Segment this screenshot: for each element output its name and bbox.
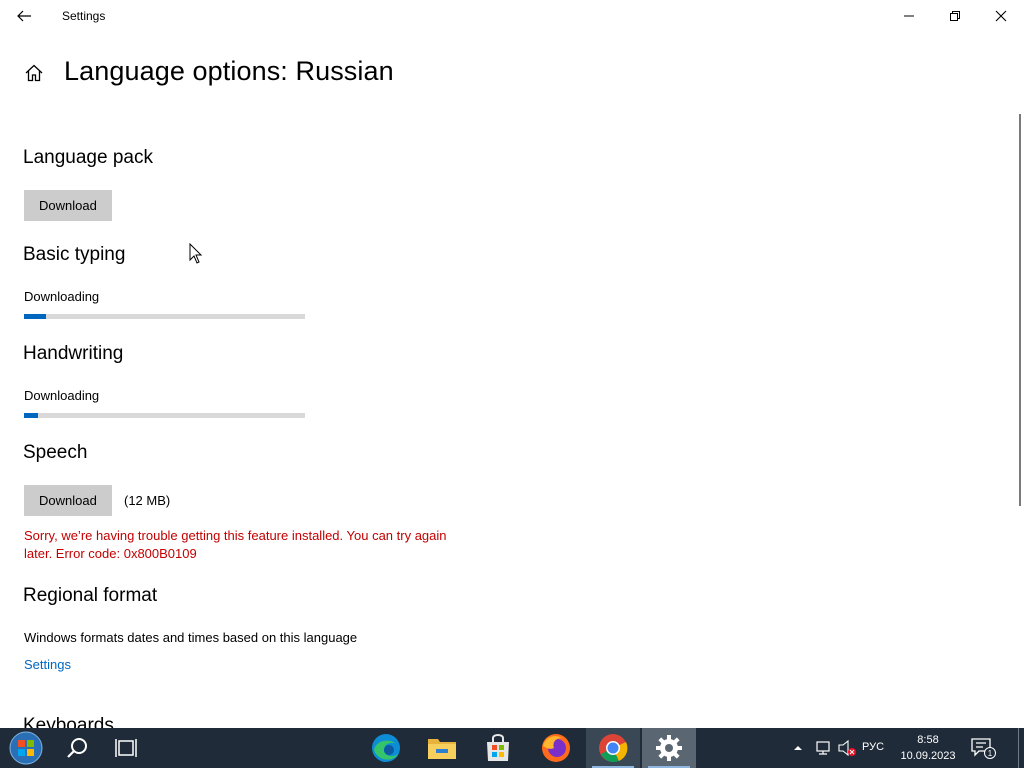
language-pack-download-button[interactable]: Download (24, 190, 112, 221)
settings-icon (656, 735, 682, 761)
regional-settings-link[interactable]: Settings (24, 657, 71, 672)
taskbar-store[interactable] (476, 728, 520, 768)
regional-format-heading: Regional format (23, 585, 158, 606)
tray-network[interactable] (812, 728, 834, 768)
task-view-icon (115, 739, 137, 757)
handwriting-progress-fill (24, 413, 39, 418)
taskbar-edge[interactable] (364, 728, 408, 768)
chrome-icon (599, 734, 628, 763)
basic-typing-progress-fill (24, 314, 47, 319)
basic-typing-progress-bar (24, 314, 305, 319)
clock-time: 8:58 (917, 734, 939, 746)
edge-icon (372, 734, 400, 762)
close-button[interactable] (978, 0, 1024, 32)
start-icon (9, 731, 43, 765)
back-arrow-icon (17, 10, 31, 22)
app-title: Settings (62, 9, 106, 23)
back-button[interactable] (0, 0, 48, 32)
taskbar-file-explorer[interactable] (420, 728, 464, 768)
scroll-thumb[interactable] (1019, 114, 1021, 506)
taskbar: РУС 8:58 10.09.2023 1 (0, 728, 1024, 768)
handwriting-progress-bar (24, 413, 305, 418)
store-icon (487, 734, 509, 761)
handwriting-heading: Handwriting (23, 343, 124, 364)
basic-typing-heading: Basic typing (23, 244, 126, 265)
chevron-up-icon (794, 746, 802, 750)
page-title: Language options: Russian (64, 56, 394, 86)
home-icon (25, 64, 43, 82)
tray-volume[interactable] (836, 728, 858, 768)
file-explorer-icon (428, 739, 456, 759)
scrollbar[interactable] (1016, 110, 1024, 728)
speech-download-button[interactable]: Download (24, 485, 112, 516)
clock[interactable]: 8:58 10.09.2023 (898, 732, 958, 764)
regional-format-description: Windows formats dates and times based on… (24, 630, 358, 645)
action-center-button[interactable]: 1 (966, 728, 1000, 768)
notification-icon: 1 (971, 738, 996, 759)
taskbar-chrome[interactable] (586, 728, 640, 768)
network-icon (816, 741, 830, 755)
task-view-button[interactable] (104, 728, 148, 768)
mouse-cursor-icon (189, 243, 203, 264)
restore-button[interactable] (932, 0, 978, 32)
basic-typing-status: Downloading (24, 289, 100, 304)
speech-size: (12 MB) (124, 493, 171, 508)
restore-icon (950, 11, 960, 21)
close-icon (995, 10, 1007, 22)
show-desktop-button[interactable] (1018, 728, 1019, 768)
taskbar-firefox[interactable] (532, 728, 580, 768)
taskbar-search-button[interactable] (56, 728, 100, 768)
minimize-button[interactable] (886, 0, 932, 32)
handwriting-status: Downloading (24, 388, 100, 403)
firefox-icon (542, 734, 570, 762)
speech-error-message: Sorry, we’re having trouble getting this… (24, 528, 447, 561)
minimize-icon (904, 15, 914, 17)
search-icon (67, 738, 87, 758)
volume-muted-icon (838, 739, 856, 757)
title-bar: Settings (0, 0, 1024, 32)
home-button[interactable] (22, 60, 46, 86)
speech-heading: Speech (23, 442, 88, 463)
notification-count: 1 (988, 749, 993, 758)
start-button[interactable] (0, 728, 52, 768)
taskbar-settings[interactable] (642, 728, 696, 768)
tray-overflow-button[interactable] (788, 728, 808, 768)
input-language-indicator[interactable]: РУС (862, 741, 884, 753)
language-pack-heading: Language pack (23, 147, 153, 168)
clock-date: 10.09.2023 (900, 750, 956, 762)
